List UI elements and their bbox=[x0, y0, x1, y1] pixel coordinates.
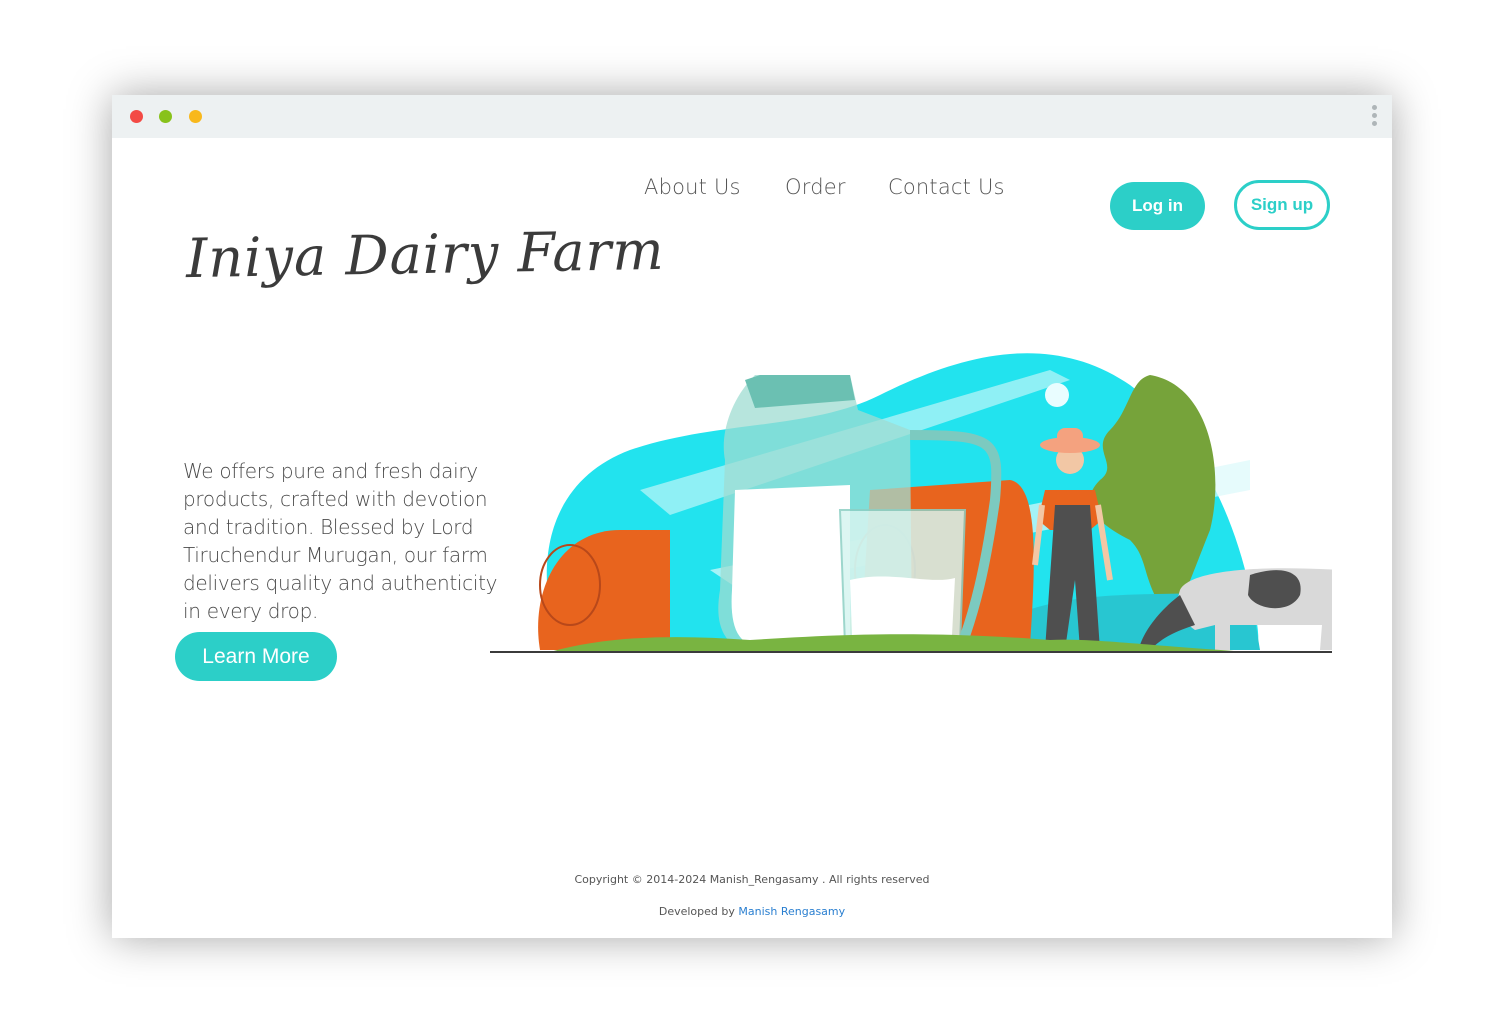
minimize-window-button[interactable] bbox=[159, 110, 172, 123]
milk-glass-milk bbox=[850, 576, 955, 635]
nav-order[interactable]: Order bbox=[785, 175, 846, 199]
signup-button[interactable]: Sign up bbox=[1234, 180, 1330, 230]
browser-window: About Us Order Contact Us Log in Sign up… bbox=[112, 95, 1392, 938]
farm-illustration bbox=[490, 353, 1332, 653]
close-window-button[interactable] bbox=[130, 110, 143, 123]
learn-more-button[interactable]: Learn More bbox=[175, 632, 337, 681]
footer-developed-by: Developed by Manish Rengasamy bbox=[112, 905, 1392, 918]
sun bbox=[1045, 383, 1069, 407]
developer-link[interactable]: Manish Rengasamy bbox=[738, 905, 845, 918]
login-button[interactable]: Log in bbox=[1110, 182, 1205, 230]
milk-jug-milk bbox=[731, 485, 850, 645]
kebab-menu-icon[interactable] bbox=[1372, 105, 1378, 129]
nav-contact-us[interactable]: Contact Us bbox=[888, 175, 1005, 199]
cow-spot bbox=[1248, 570, 1301, 609]
footer-developed-prefix: Developed by bbox=[658, 905, 739, 918]
zoom-window-button[interactable] bbox=[189, 110, 202, 123]
footer-copyright: Copyright © 2014-2024 Manish_Rengasamy .… bbox=[574, 873, 930, 886]
hero-tagline: We offers pure and fresh dairy products,… bbox=[183, 459, 498, 623]
title-bar bbox=[112, 95, 1392, 138]
site-logo[interactable]: Iniya Dairy Farm bbox=[185, 219, 665, 290]
nav-about-us[interactable]: About Us bbox=[644, 175, 741, 199]
farmer-hat-crown bbox=[1057, 428, 1083, 445]
